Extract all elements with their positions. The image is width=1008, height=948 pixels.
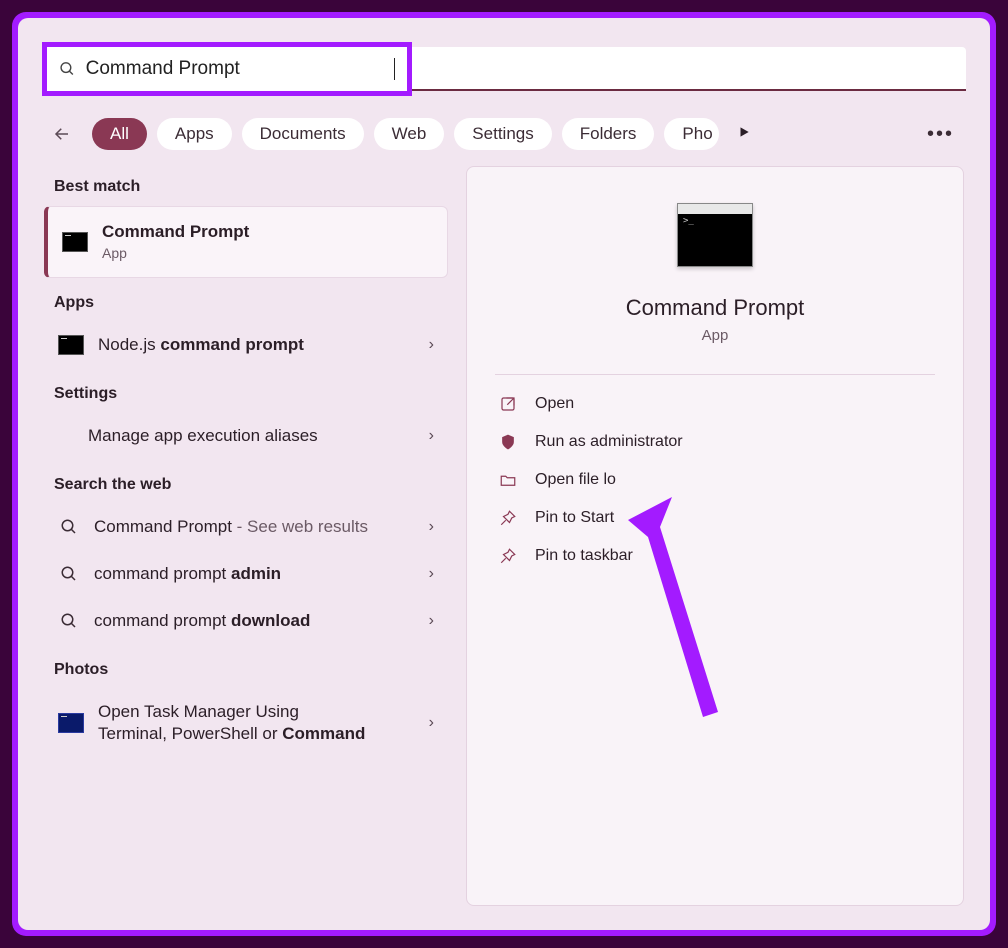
action-label: Open [535, 395, 574, 413]
preview-subtitle: App [495, 327, 935, 344]
action-run-admin[interactable]: Run as administrator [495, 423, 935, 461]
filter-folders[interactable]: Folders [562, 118, 655, 150]
result-subtitle: App [102, 244, 249, 263]
cmd-icon [62, 232, 88, 252]
settings-header: Settings [44, 369, 448, 413]
result-best-match[interactable]: Command Prompt App [44, 206, 448, 278]
action-pin-start[interactable]: Pin to Start [495, 499, 935, 537]
back-button[interactable] [48, 120, 76, 148]
divider [495, 374, 935, 375]
folder-icon [499, 471, 517, 489]
best-match-header: Best match [44, 166, 448, 206]
body: Best match Command Prompt App Apps Node.… [18, 158, 990, 930]
result-text: Command Prompt App [102, 221, 249, 263]
search-highlight-box: Command Prompt [42, 42, 412, 96]
chevron-right-icon: › [429, 714, 434, 732]
result-text: Node.js command prompt [98, 334, 304, 357]
photo-thumb-icon [58, 713, 84, 733]
action-label: Run as administrator [535, 433, 683, 451]
chevron-right-icon: › [429, 518, 434, 536]
action-label: Open file lo [535, 471, 616, 489]
filter-photos[interactable]: Pho [664, 118, 718, 150]
search-panel: Command Prompt All Apps Documents Web Se… [18, 18, 990, 930]
scroll-right-button[interactable] [737, 125, 751, 144]
pin-icon [499, 509, 517, 527]
chevron-right-icon: › [429, 336, 434, 354]
open-icon [499, 395, 517, 413]
play-icon [737, 125, 751, 139]
result-text: Command Prompt - See web results [94, 516, 368, 539]
web-header: Search the web [44, 460, 448, 504]
result-app-nodejs[interactable]: Node.js command prompt › [44, 322, 448, 369]
search-icon [59, 60, 76, 78]
result-text: Open Task Manager Using Terminal, PowerS… [98, 701, 365, 747]
more-options-button[interactable]: ••• [919, 123, 962, 146]
shield-icon [499, 433, 517, 451]
search-icon [60, 565, 78, 583]
apps-header: Apps [44, 278, 448, 322]
result-title: Command Prompt [102, 222, 249, 241]
action-open[interactable]: Open [495, 385, 935, 423]
result-photo-1[interactable]: Open Task Manager Using Terminal, PowerS… [44, 689, 448, 759]
result-web-1[interactable]: Command Prompt - See web results › [44, 504, 448, 551]
preview-title: Command Prompt [495, 295, 935, 321]
action-open-location[interactable]: Open file lo [495, 461, 935, 499]
annotation-frame: Command Prompt All Apps Documents Web Se… [12, 12, 996, 936]
filter-settings[interactable]: Settings [454, 118, 551, 150]
search-icon [60, 612, 78, 630]
action-label: Pin to Start [535, 509, 614, 527]
result-web-3[interactable]: command prompt download › [44, 598, 448, 645]
results-column: Best match Command Prompt App Apps Node.… [44, 166, 448, 906]
filter-web[interactable]: Web [374, 118, 445, 150]
text-cursor [394, 58, 395, 80]
filter-all[interactable]: All [92, 118, 147, 150]
search-input[interactable]: Command Prompt [86, 58, 396, 80]
search-bar-extension[interactable] [412, 47, 966, 91]
action-label: Pin to taskbar [535, 547, 633, 565]
search-icon [60, 518, 78, 536]
cmd-icon [58, 335, 84, 355]
result-setting-aliases[interactable]: Manage app execution aliases › [44, 413, 448, 460]
preview-app-icon [677, 203, 753, 267]
chevron-right-icon: › [429, 612, 434, 630]
photos-header: Photos [44, 645, 448, 689]
pin-icon [499, 547, 517, 565]
search-bar-row: Command Prompt [18, 18, 990, 96]
result-web-2[interactable]: command prompt admin › [44, 551, 448, 598]
result-text: command prompt admin [94, 563, 281, 586]
result-text: command prompt download [94, 610, 310, 633]
action-pin-taskbar[interactable]: Pin to taskbar [495, 537, 935, 575]
chevron-right-icon: › [429, 565, 434, 583]
result-text: Manage app execution aliases [88, 425, 318, 448]
filter-row: All Apps Documents Web Settings Folders … [18, 96, 990, 158]
filter-documents[interactable]: Documents [242, 118, 364, 150]
filter-apps[interactable]: Apps [157, 118, 232, 150]
chevron-right-icon: › [429, 427, 434, 445]
preview-pane: Command Prompt App Open Run as administr… [466, 166, 964, 906]
